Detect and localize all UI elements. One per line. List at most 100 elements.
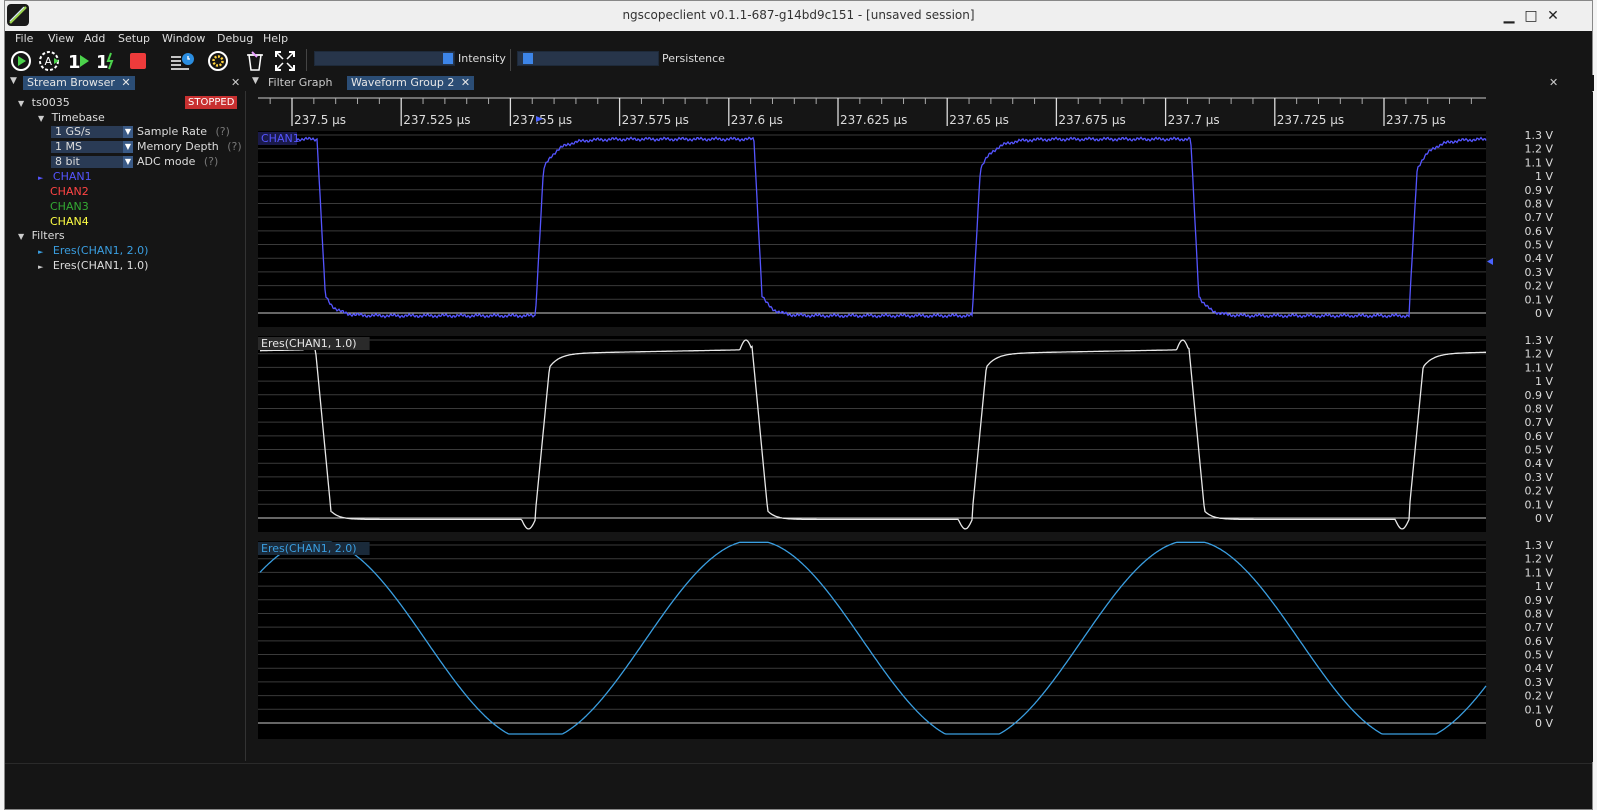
y-axis-label: 0.7 V: [1524, 416, 1553, 429]
persistence-slider-handle[interactable]: [522, 53, 533, 64]
y-axis-label: 0.3 V: [1524, 266, 1553, 279]
close-icon[interactable]: ✕: [461, 76, 470, 89]
menu-view[interactable]: View: [48, 32, 74, 45]
tab-waveform-group[interactable]: Waveform Group 2 ✕: [347, 76, 475, 90]
instrument-name: ts0035: [31, 96, 70, 109]
y-axis-label: 0.3 V: [1524, 676, 1553, 689]
history-icon[interactable]: [169, 49, 194, 73]
channel-label: CHAN1: [52, 170, 92, 183]
chevron-right-icon[interactable]: ►: [38, 248, 43, 256]
waveform-canvas[interactable]: 237.5 µs 237.525 µs 237.55 µs 237.575 µs 237…: [253, 92, 1593, 762]
sample-rate-label: Sample Rate: [137, 125, 207, 138]
chevron-down-icon[interactable]: ▼: [18, 232, 24, 241]
close-icon[interactable]: ✕: [121, 76, 130, 89]
chevron-right-icon[interactable]: ►: [38, 174, 43, 182]
y-axis-label: 0.2 V: [1524, 690, 1553, 703]
tab-stream-browser[interactable]: Stream Browser ✕: [23, 76, 135, 90]
y-axis-label: 0.6 V: [1524, 635, 1553, 648]
y-axis-label: 1.2 V: [1524, 143, 1553, 156]
tree-channel-chan1[interactable]: ► CHAN1: [38, 170, 92, 184]
timeline-tick-label: 237.625 µs: [840, 113, 907, 127]
chevron-down-icon[interactable]: ▼: [123, 126, 133, 138]
chevron-down-icon[interactable]: ▼: [18, 99, 24, 108]
y-axis-label: 0.8 V: [1524, 197, 1553, 210]
chevron-down-icon[interactable]: ▼: [38, 114, 44, 123]
menu-bar: File View Add Setup Window Debug Help: [5, 31, 1592, 47]
tab-stream-browser-label: Stream Browser: [27, 76, 115, 89]
intensity-slider[interactable]: [314, 51, 455, 66]
tree-filters[interactable]: ▼ Filters: [18, 229, 65, 243]
y-axis-label: 0.4 V: [1524, 662, 1553, 675]
menu-file[interactable]: File: [15, 32, 33, 45]
svg-text:1: 1: [96, 52, 109, 73]
help-icon[interactable]: (?): [215, 125, 229, 138]
y-axis-label: 0.7 V: [1524, 621, 1553, 634]
y-axis-label: 0.3 V: [1524, 471, 1553, 484]
trigger-force-icon[interactable]: 1: [95, 49, 119, 73]
chevron-right-icon[interactable]: ►: [38, 263, 43, 271]
tree-filter-eres-1[interactable]: ► Eres(CHAN1, 1.0): [38, 259, 148, 273]
y-axis-label: 0.2 V: [1524, 280, 1553, 293]
tree-timebase[interactable]: ▼ Timebase: [38, 111, 105, 125]
toolbar-divider: [306, 49, 307, 71]
app-window: ngscopeclient v0.1.1-687-g14bd9c151 - [u…: [4, 0, 1594, 810]
menu-window[interactable]: Window: [162, 32, 205, 45]
tab-filter-graph[interactable]: Filter Graph: [264, 76, 336, 90]
persistence-label: Persistence: [662, 52, 725, 65]
tree-filter-eres-2[interactable]: ► Eres(CHAN1, 2.0): [38, 244, 148, 258]
persistence-slider[interactable]: [517, 51, 659, 66]
y-axis-label: 1.2 V: [1524, 348, 1553, 361]
trigger-single-icon[interactable]: 1: [67, 49, 91, 73]
memory-depth-row: Memory Depth (?): [137, 140, 242, 154]
close-icon[interactable]: ✕: [231, 76, 240, 89]
panel-menu-icon[interactable]: ▼: [10, 76, 17, 86]
stop-icon[interactable]: [127, 49, 151, 73]
y-axis-label: 0 V: [1535, 717, 1553, 730]
waveform-area[interactable]: 237.5 µs 237.525 µs 237.55 µs 237.575 µs 237…: [253, 92, 1593, 762]
timeline-tick-label: 237.5 µs: [294, 113, 346, 127]
menu-debug[interactable]: Debug: [217, 32, 253, 45]
y-axis-label: 0.5 V: [1524, 649, 1553, 662]
timeline-tick-label: 237.525 µs: [403, 113, 470, 127]
trigger-auto-icon[interactable]: A: [37, 49, 61, 73]
waveform-pane: 0 V0.1 V0.2 V0.3 V0.4 V0.5 V0.6 V0.7 V0.…: [258, 539, 1553, 739]
close-icon[interactable]: ✕: [1549, 76, 1558, 89]
toolbar-divider: [510, 49, 511, 71]
sample-rate-select[interactable]: 1 GS/s ▼: [51, 126, 133, 138]
y-axis-label: 0.6 V: [1524, 225, 1553, 238]
fullscreen-icon[interactable]: [273, 49, 297, 73]
adc-mode-select[interactable]: 8 bit ▼: [51, 156, 133, 168]
trigger-run-icon[interactable]: [9, 49, 33, 73]
chevron-down-icon[interactable]: ▼: [123, 141, 133, 153]
close-button[interactable]: ✕: [1543, 6, 1563, 26]
menu-help[interactable]: Help: [263, 32, 288, 45]
y-axis-label: 1.2 V: [1524, 553, 1553, 566]
tree-channel-chan3[interactable]: CHAN3: [50, 200, 89, 214]
clear-sweeps-icon[interactable]: [243, 49, 267, 73]
y-axis-label: 1.3 V: [1524, 129, 1553, 142]
memory-depth-value: 1 MS: [55, 140, 82, 153]
status-badge: STOPPED: [185, 96, 238, 109]
intensity-slider-handle[interactable]: [443, 53, 454, 64]
memory-depth-label: Memory Depth: [137, 140, 219, 153]
y-axis-label: 1.1 V: [1524, 361, 1553, 374]
preferences-icon[interactable]: [206, 49, 230, 73]
titlebar: ngscopeclient v0.1.1-687-g14bd9c151 - [u…: [5, 1, 1592, 31]
y-axis-label: 0.9 V: [1524, 389, 1553, 402]
tree-channel-chan2[interactable]: CHAN2: [50, 185, 89, 199]
y-axis-label: 0.5 V: [1524, 444, 1553, 457]
tree-channel-chan4[interactable]: CHAN4: [50, 215, 89, 229]
menu-add[interactable]: Add: [84, 32, 105, 45]
chevron-down-icon[interactable]: ▼: [123, 156, 133, 168]
memory-depth-select[interactable]: 1 MS ▼: [51, 141, 133, 153]
maximize-button[interactable]: □: [1521, 6, 1541, 26]
panel-menu-icon[interactable]: ▼: [252, 76, 259, 86]
menu-setup[interactable]: Setup: [118, 32, 150, 45]
y-axis-label: 1 V: [1535, 580, 1553, 593]
tree-instrument[interactable]: ▼ ts0035: [18, 96, 70, 110]
minimize-button[interactable]: ▁: [1499, 6, 1519, 26]
help-icon[interactable]: (?): [227, 140, 241, 153]
sample-rate-row: Sample Rate (?): [137, 125, 230, 139]
help-icon[interactable]: (?): [204, 155, 218, 168]
adc-mode-label: ADC mode: [137, 155, 196, 168]
